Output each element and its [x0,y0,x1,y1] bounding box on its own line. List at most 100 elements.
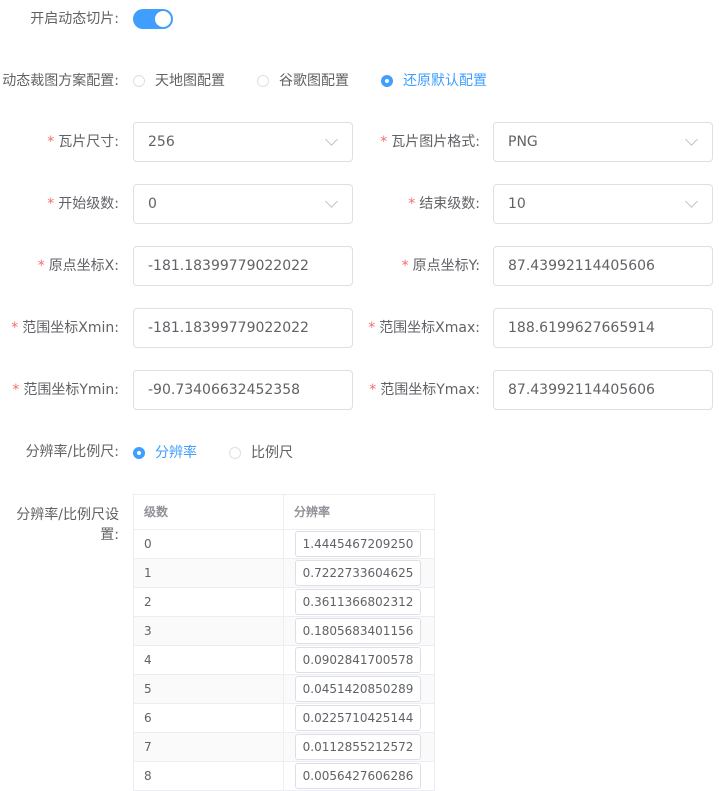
origin-y-label: * 原点坐标Y: [402,256,480,276]
radio-tianditu[interactable]: 天地图配置 [133,71,225,91]
tile-format-select[interactable]: PNG [493,122,713,162]
radio-label: 谷歌图配置 [279,73,349,89]
ymin-label-text: 范围坐标Ymin: [23,382,119,398]
xmax-label: * 范围坐标Xmax: [368,318,480,338]
radio-circle-icon [257,75,269,87]
header-resolution: 分辨率 [294,505,331,519]
ymin-value: -90.73406632452358 [148,382,301,398]
required-mark: * [47,134,55,150]
table-row: 5 0.0451420850289 [134,675,434,704]
table-row: 8 0.0056427606286 [134,762,434,791]
start-level-label-text: 开始级数: [58,196,119,212]
xmax-value: 188.6199627665914 [508,320,655,336]
crop-scheme-label: 动态裁图方案配置: [2,73,119,89]
origin-y-input[interactable]: 87.43992114405606 [493,246,713,286]
level-cell: 6 [134,704,284,732]
ymin-input[interactable]: -90.73406632452358 [133,370,353,410]
origin-y-value: 87.43992114405606 [508,258,655,274]
ymax-input[interactable]: 87.43992114405606 [493,370,713,410]
chevron-down-icon [685,195,698,208]
level-cell: 0 [134,530,284,558]
resolution-input[interactable]: 0.0056427606286 [295,763,421,789]
resolution-input[interactable]: 0.0451420850289 [295,676,421,702]
radio-google[interactable]: 谷歌图配置 [257,71,349,91]
start-level-select[interactable]: 0 [133,184,353,224]
resolution-input[interactable]: 0.3611366802312 [295,589,421,615]
res-table-label: 分辨率/比例尺设置: [16,507,119,543]
required-mark: * [37,258,45,274]
dynamic-tile-label: 开启动态切片: [30,11,119,27]
level-cell: 3 [134,617,284,645]
required-mark: * [380,134,388,150]
xmin-label-text: 范围坐标Xmin: [22,320,119,336]
required-mark: * [368,320,376,336]
radio-circle-icon [229,447,241,459]
level-cell: 5 [134,675,284,703]
required-mark: * [408,196,416,212]
table-row: 7 0.0112855212572 [134,733,434,762]
table-row: 2 0.3611366802312 [134,588,434,617]
xmin-value: -181.18399779022022 [148,320,309,336]
table-row: 0 1.4445467209250 [134,530,434,559]
header-level: 级数 [134,495,284,529]
resolution-input[interactable]: 0.7222733604625 [295,560,421,586]
res-type-label: 分辨率/比例尺: [25,444,119,460]
xmax-input[interactable]: 188.6199627665914 [493,308,713,348]
resolution-input[interactable]: 0.0902841700578 [295,647,421,673]
level-cell: 7 [134,733,284,761]
resolution-cell: 0.7222733604625 [284,559,432,587]
radio-circle-icon [381,75,393,87]
resolution-input[interactable]: 1.4445467209250 [295,531,421,557]
level-cell: 4 [134,646,284,674]
radio-circle-icon [133,447,145,459]
tile-size-select[interactable]: 256 [133,122,353,162]
radio-label: 天地图配置 [155,73,225,89]
required-mark: * [12,382,20,398]
xmin-label: * 范围坐标Xmin: [11,318,119,338]
resolution-cell: 0.0225710425144 [284,704,432,732]
chevron-down-icon [685,133,698,146]
resolution-input[interactable]: 0.1805683401156 [295,618,421,644]
xmin-input[interactable]: -181.18399779022022 [133,308,353,348]
resolution-cell: 0.1805683401156 [284,617,432,645]
end-level-select[interactable]: 10 [493,184,713,224]
dynamic-tile-switch[interactable] [133,9,173,29]
origin-x-label-text: 原点坐标X: [48,258,119,274]
ymax-label: * 范围坐标Ymax: [369,380,480,400]
tile-format-label-text: 瓦片图片格式: [391,134,480,150]
resolution-input[interactable]: 0.0225710425144 [295,705,421,731]
table-row: 3 0.1805683401156 [134,617,434,646]
table-row: 4 0.0902841700578 [134,646,434,675]
radio-circle-icon [133,75,145,87]
resolution-cell: 0.0451420850289 [284,675,432,703]
radio-scale[interactable]: 比例尺 [229,443,293,463]
ymax-value: 87.43992114405606 [508,382,655,398]
origin-y-label-text: 原点坐标Y: [412,258,480,274]
resolution-cell: 0.0056427606286 [284,762,432,790]
tile-size-value: 256 [148,134,175,150]
origin-x-input[interactable]: -181.18399779022022 [133,246,353,286]
origin-x-value: -181.18399779022022 [148,258,309,274]
resolution-cell: 0.0902841700578 [284,646,432,674]
resolution-input[interactable]: 0.0112855212572 [295,734,421,760]
radio-label: 还原默认配置 [403,73,487,89]
origin-x-label: * 原点坐标X: [38,256,119,276]
required-mark: * [401,258,409,274]
required-mark: * [11,320,19,336]
table-row: 1 0.7222733604625 [134,559,434,588]
ymax-label-text: 范围坐标Ymax: [380,382,480,398]
chevron-down-icon [325,195,338,208]
resolution-table: 级数 分辨率 0 1.4445467209250 1 0.7222733604625 2… [133,494,435,791]
end-level-label: * 结束级数: [408,194,480,214]
resolution-cell: 1.4445467209250 [284,530,432,558]
end-level-value: 10 [508,196,526,212]
required-mark: * [47,196,55,212]
resolution-cell: 0.3611366802312 [284,588,432,616]
tile-size-label-text: 瓦片尺寸: [58,134,119,150]
table-body: 0 1.4445467209250 1 0.7222733604625 2 0.36113… [134,530,434,791]
required-mark: * [369,382,377,398]
radio-resolution[interactable]: 分辨率 [133,443,197,463]
radio-restore-default[interactable]: 还原默认配置 [381,71,487,91]
level-cell: 2 [134,588,284,616]
xmax-label-text: 范围坐标Xmax: [379,320,480,336]
